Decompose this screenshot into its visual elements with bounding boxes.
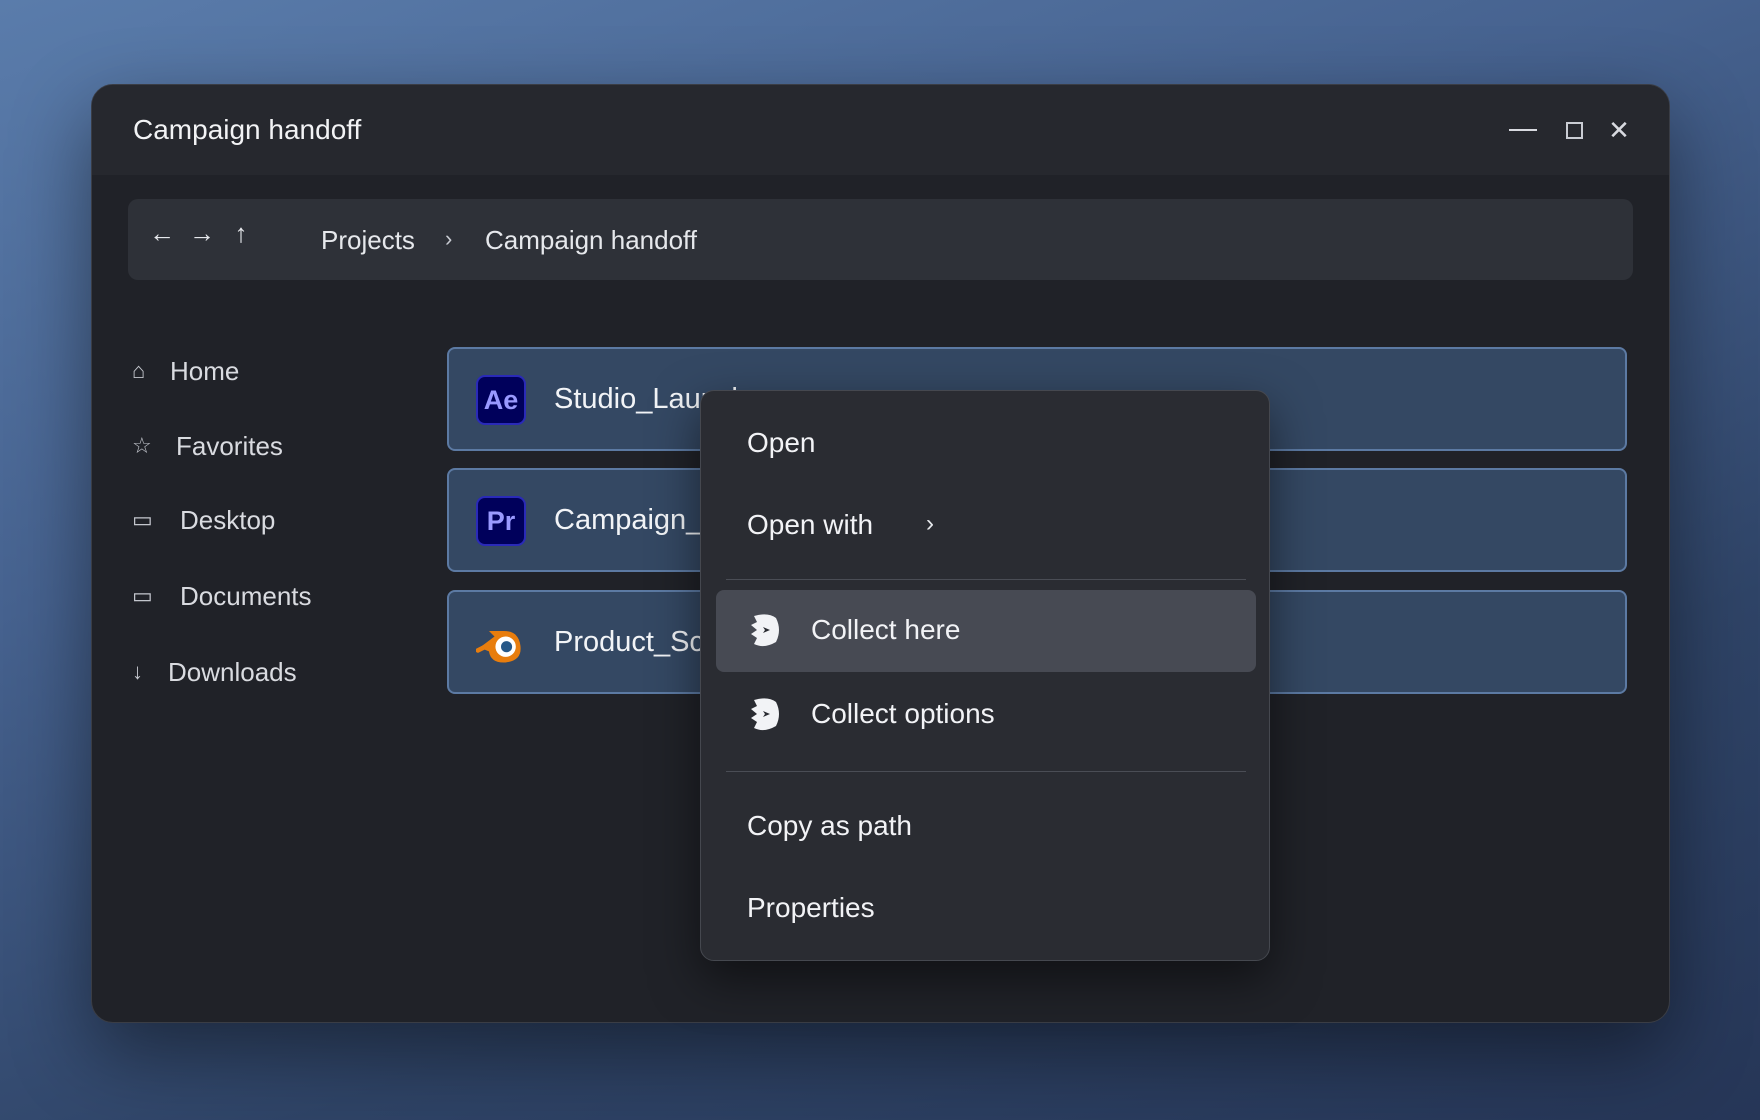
premiere-icon: Pr bbox=[476, 496, 526, 546]
sidebar-item-label: Favorites bbox=[176, 430, 283, 461]
documents-icon: ▭ bbox=[132, 583, 153, 608]
up-button[interactable]: ↑ bbox=[224, 218, 258, 249]
back-button[interactable]: ← bbox=[145, 218, 179, 249]
sidebar-item-label: Downloads bbox=[168, 656, 297, 687]
sidebar-item-label: Desktop bbox=[180, 504, 276, 535]
menu-item-label: Properties bbox=[747, 892, 875, 923]
blender-icon bbox=[476, 618, 526, 668]
window-title: Campaign handoff bbox=[133, 114, 362, 145]
sidebar-item-favorites[interactable]: ☆ Favorites bbox=[132, 424, 283, 468]
star-icon: ☆ bbox=[132, 433, 152, 458]
menu-divider bbox=[726, 771, 1246, 772]
menu-item-label: Collect options bbox=[811, 698, 995, 729]
sidebar-item-home[interactable]: ⌂ Home bbox=[132, 349, 239, 393]
minimize-button[interactable] bbox=[1498, 105, 1548, 155]
home-icon: ⌂ bbox=[132, 358, 146, 383]
sidebar-item-label: Documents bbox=[180, 580, 312, 611]
collect-icon bbox=[751, 698, 779, 731]
forward-button[interactable]: → bbox=[185, 218, 219, 249]
after-effects-icon: Ae bbox=[476, 375, 526, 425]
menu-item-label: Open with bbox=[747, 509, 874, 540]
breadcrumb-separator: › bbox=[445, 226, 453, 251]
sidebar-item-desktop[interactable]: ▭ Desktop bbox=[132, 498, 275, 542]
breadcrumb-projects[interactable]: Projects bbox=[321, 225, 415, 256]
downloads-icon: ↓ bbox=[132, 659, 143, 684]
sidebar-item-documents[interactable]: ▭ Documents bbox=[132, 574, 312, 618]
collect-icon bbox=[751, 614, 779, 647]
menu-divider bbox=[726, 579, 1246, 580]
sidebar-item-label: Home bbox=[170, 355, 240, 386]
menu-item-open[interactable]: Open bbox=[716, 403, 1256, 485]
breadcrumb-campaign-handoff[interactable]: Campaign handoff bbox=[485, 225, 697, 256]
menu-item-label: Open bbox=[747, 427, 816, 458]
close-button[interactable]: ✕ bbox=[1594, 105, 1644, 155]
menu-item-label: Copy as path bbox=[747, 810, 912, 841]
menu-item-copy-as-path[interactable]: Copy as path bbox=[716, 786, 1256, 868]
context-menu: Open Open with › Collect here Collect op… bbox=[700, 390, 1270, 961]
sidebar-item-downloads[interactable]: ↓ Downloads bbox=[132, 650, 297, 694]
menu-item-properties[interactable]: Properties bbox=[716, 868, 1256, 950]
menu-item-collect-here[interactable]: Collect here bbox=[716, 590, 1256, 672]
address-bar: ← → ↑ Projects › Campaign handoff bbox=[128, 199, 1633, 280]
chevron-right-icon: › bbox=[926, 510, 934, 537]
title-bar: Campaign handoff ✕ bbox=[92, 85, 1669, 175]
desktop-icon: ▭ bbox=[132, 507, 153, 532]
menu-item-collect-options[interactable]: Collect options bbox=[716, 674, 1256, 756]
menu-item-label: Collect here bbox=[811, 614, 961, 645]
menu-item-open-with[interactable]: Open with › bbox=[716, 485, 1256, 567]
maximize-button[interactable] bbox=[1549, 105, 1599, 155]
